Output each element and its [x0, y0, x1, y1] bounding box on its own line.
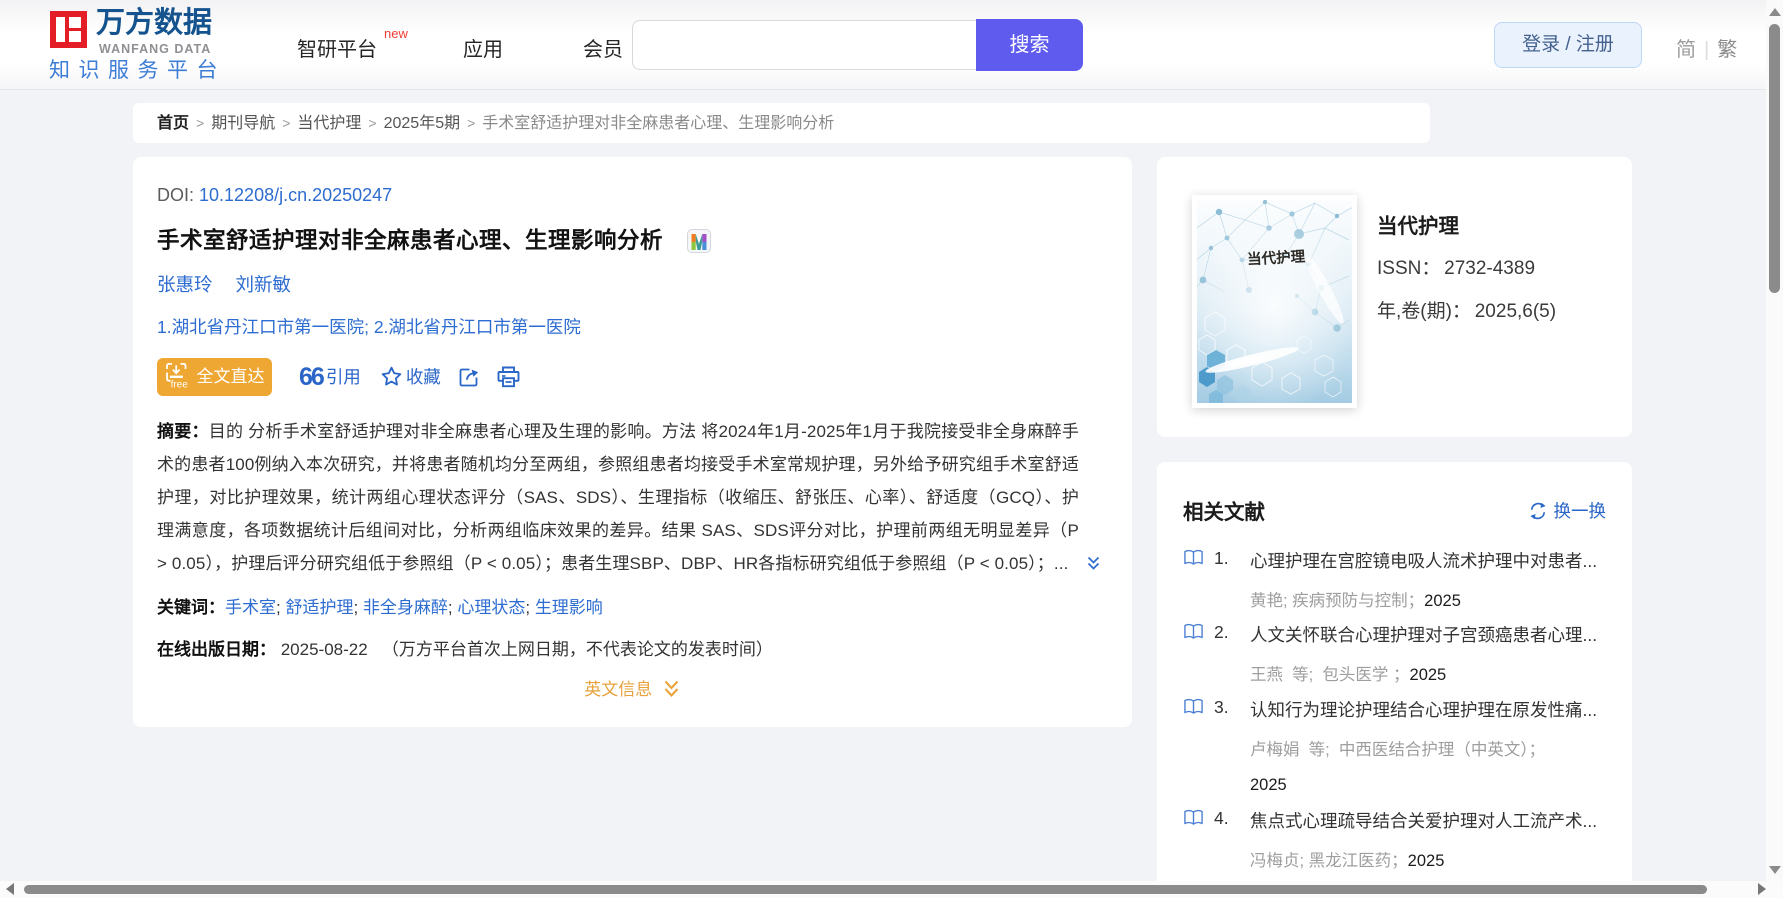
svg-text:free: free — [170, 380, 188, 390]
